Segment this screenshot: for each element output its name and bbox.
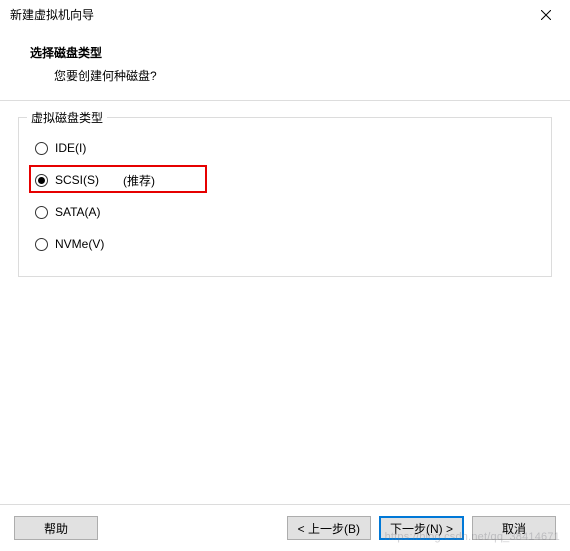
window-title: 新建虚拟机向导 <box>10 6 523 23</box>
wizard-header: 选择磁盘类型 您要创建何种磁盘? <box>0 30 570 100</box>
close-button[interactable] <box>523 1 568 29</box>
close-icon <box>541 10 551 20</box>
radio-label: NVMe(V) <box>55 237 104 251</box>
wizard-footer: 帮助 < 上一步(B) 下一步(N) > 取消 <box>0 504 570 551</box>
radio-icon <box>35 142 48 155</box>
help-button[interactable]: 帮助 <box>14 516 98 540</box>
radio-label: SATA(A) <box>55 205 101 219</box>
radio-icon <box>35 238 48 251</box>
radio-ide[interactable]: IDE(I) <box>33 134 537 162</box>
radio-icon <box>35 174 48 187</box>
radio-sata[interactable]: SATA(A) <box>33 198 537 226</box>
disk-type-group: 虚拟磁盘类型 IDE(I) SCSI(S) (推荐) SATA(A) NVMe(… <box>18 117 552 277</box>
radio-hint: (推荐) <box>123 172 155 189</box>
titlebar: 新建虚拟机向导 <box>0 0 570 30</box>
radio-scsi[interactable]: SCSI(S) (推荐) <box>33 166 537 194</box>
back-button[interactable]: < 上一步(B) <box>287 516 371 540</box>
page-subtitle: 您要创建何种磁盘? <box>30 67 550 84</box>
radio-nvme[interactable]: NVMe(V) <box>33 230 537 258</box>
group-legend: 虚拟磁盘类型 <box>27 109 107 126</box>
content-area: 虚拟磁盘类型 IDE(I) SCSI(S) (推荐) SATA(A) NVMe(… <box>0 101 570 293</box>
page-title: 选择磁盘类型 <box>30 44 550 61</box>
next-button[interactable]: 下一步(N) > <box>379 516 464 540</box>
radio-label: IDE(I) <box>55 141 86 155</box>
radio-label: SCSI(S) <box>55 173 99 187</box>
radio-icon <box>35 206 48 219</box>
cancel-button[interactable]: 取消 <box>472 516 556 540</box>
